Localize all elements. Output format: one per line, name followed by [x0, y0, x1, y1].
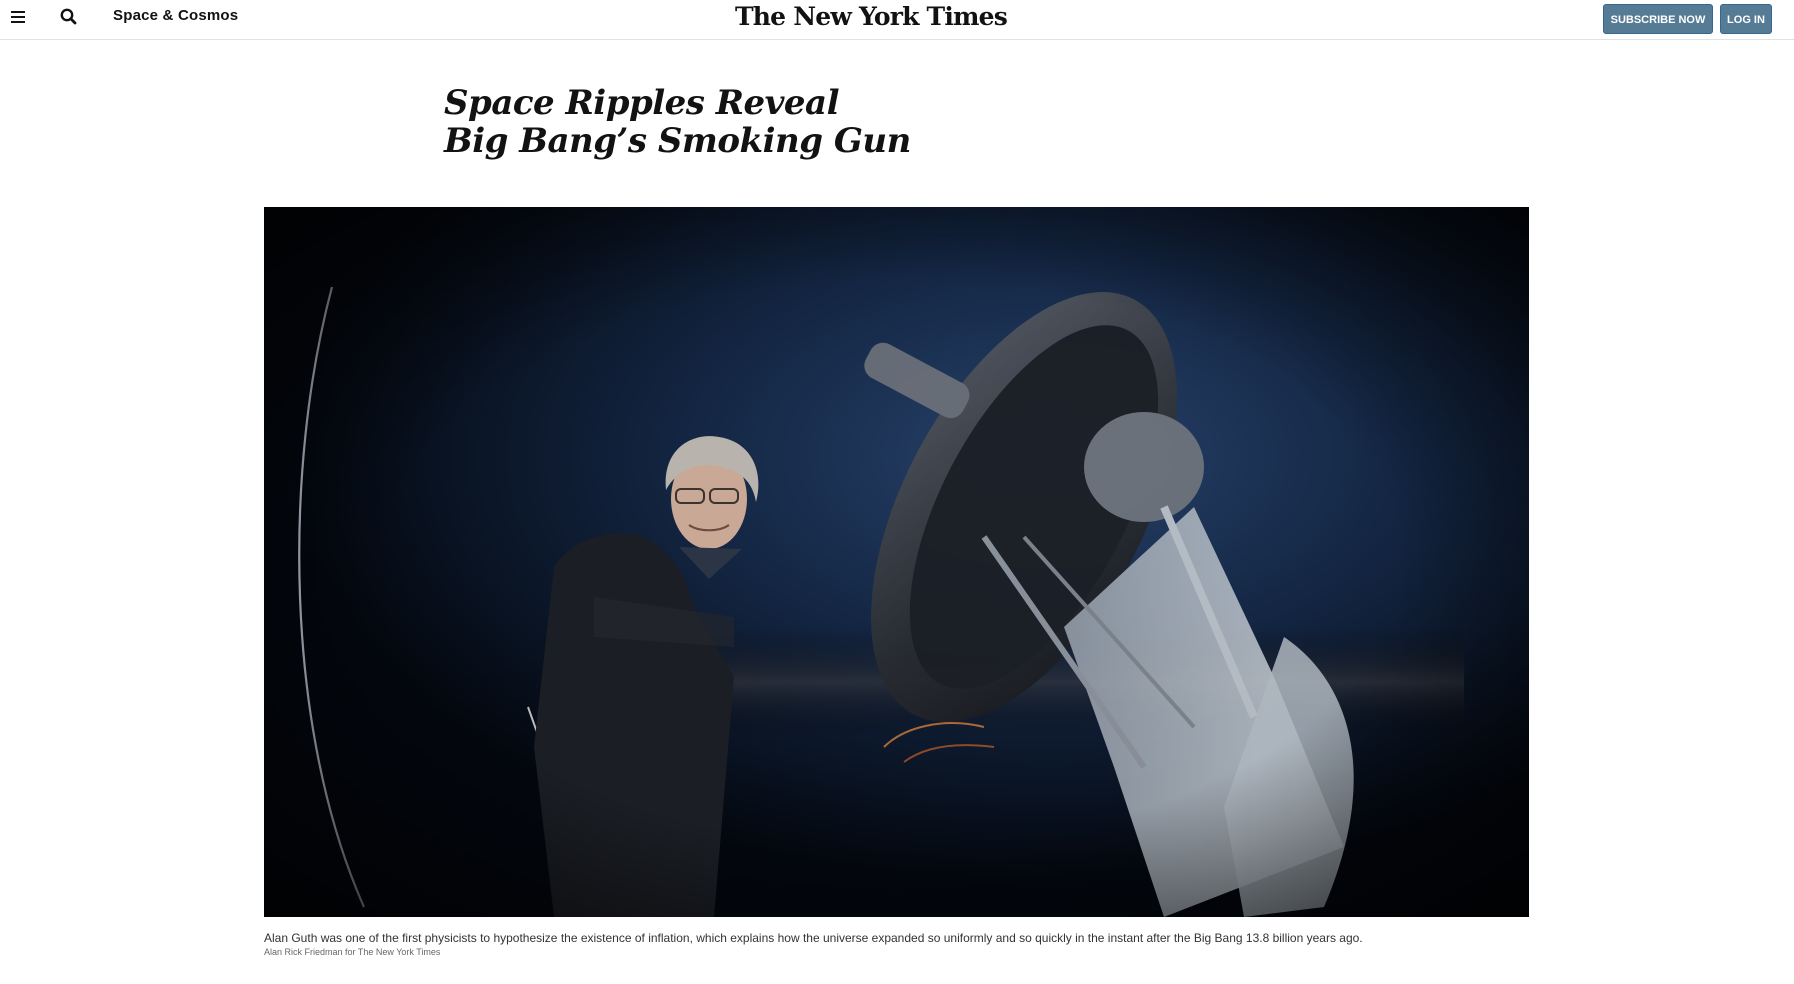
telescope-portrait-illustration	[264, 207, 1529, 917]
hamburger-menu-icon[interactable]	[9, 8, 27, 26]
lead-photo	[264, 207, 1529, 917]
article-headline: Space Ripples Reveal Big Bang’s Smoking …	[444, 84, 1144, 160]
photo-caption: Alan Guth was one of the first physicist…	[264, 931, 1363, 945]
subscribe-button[interactable]: SUBSCRIBE NOW	[1603, 4, 1713, 34]
login-button[interactable]: LOG IN	[1720, 4, 1772, 34]
headline-line-2: Big Bang’s Smoking Gun	[444, 121, 911, 161]
section-name-link[interactable]: Space & Cosmos	[113, 7, 238, 24]
top-navigation-bar: Space & Cosmos The New York Times SUBSCR…	[0, 0, 1794, 40]
site-logo[interactable]: The New York Times	[735, 2, 1008, 31]
search-icon[interactable]	[59, 7, 79, 27]
headline-line-1: Space Ripples Reveal	[444, 83, 840, 123]
photo-credit: Alan Rick Friedman for The New York Time…	[264, 947, 441, 957]
